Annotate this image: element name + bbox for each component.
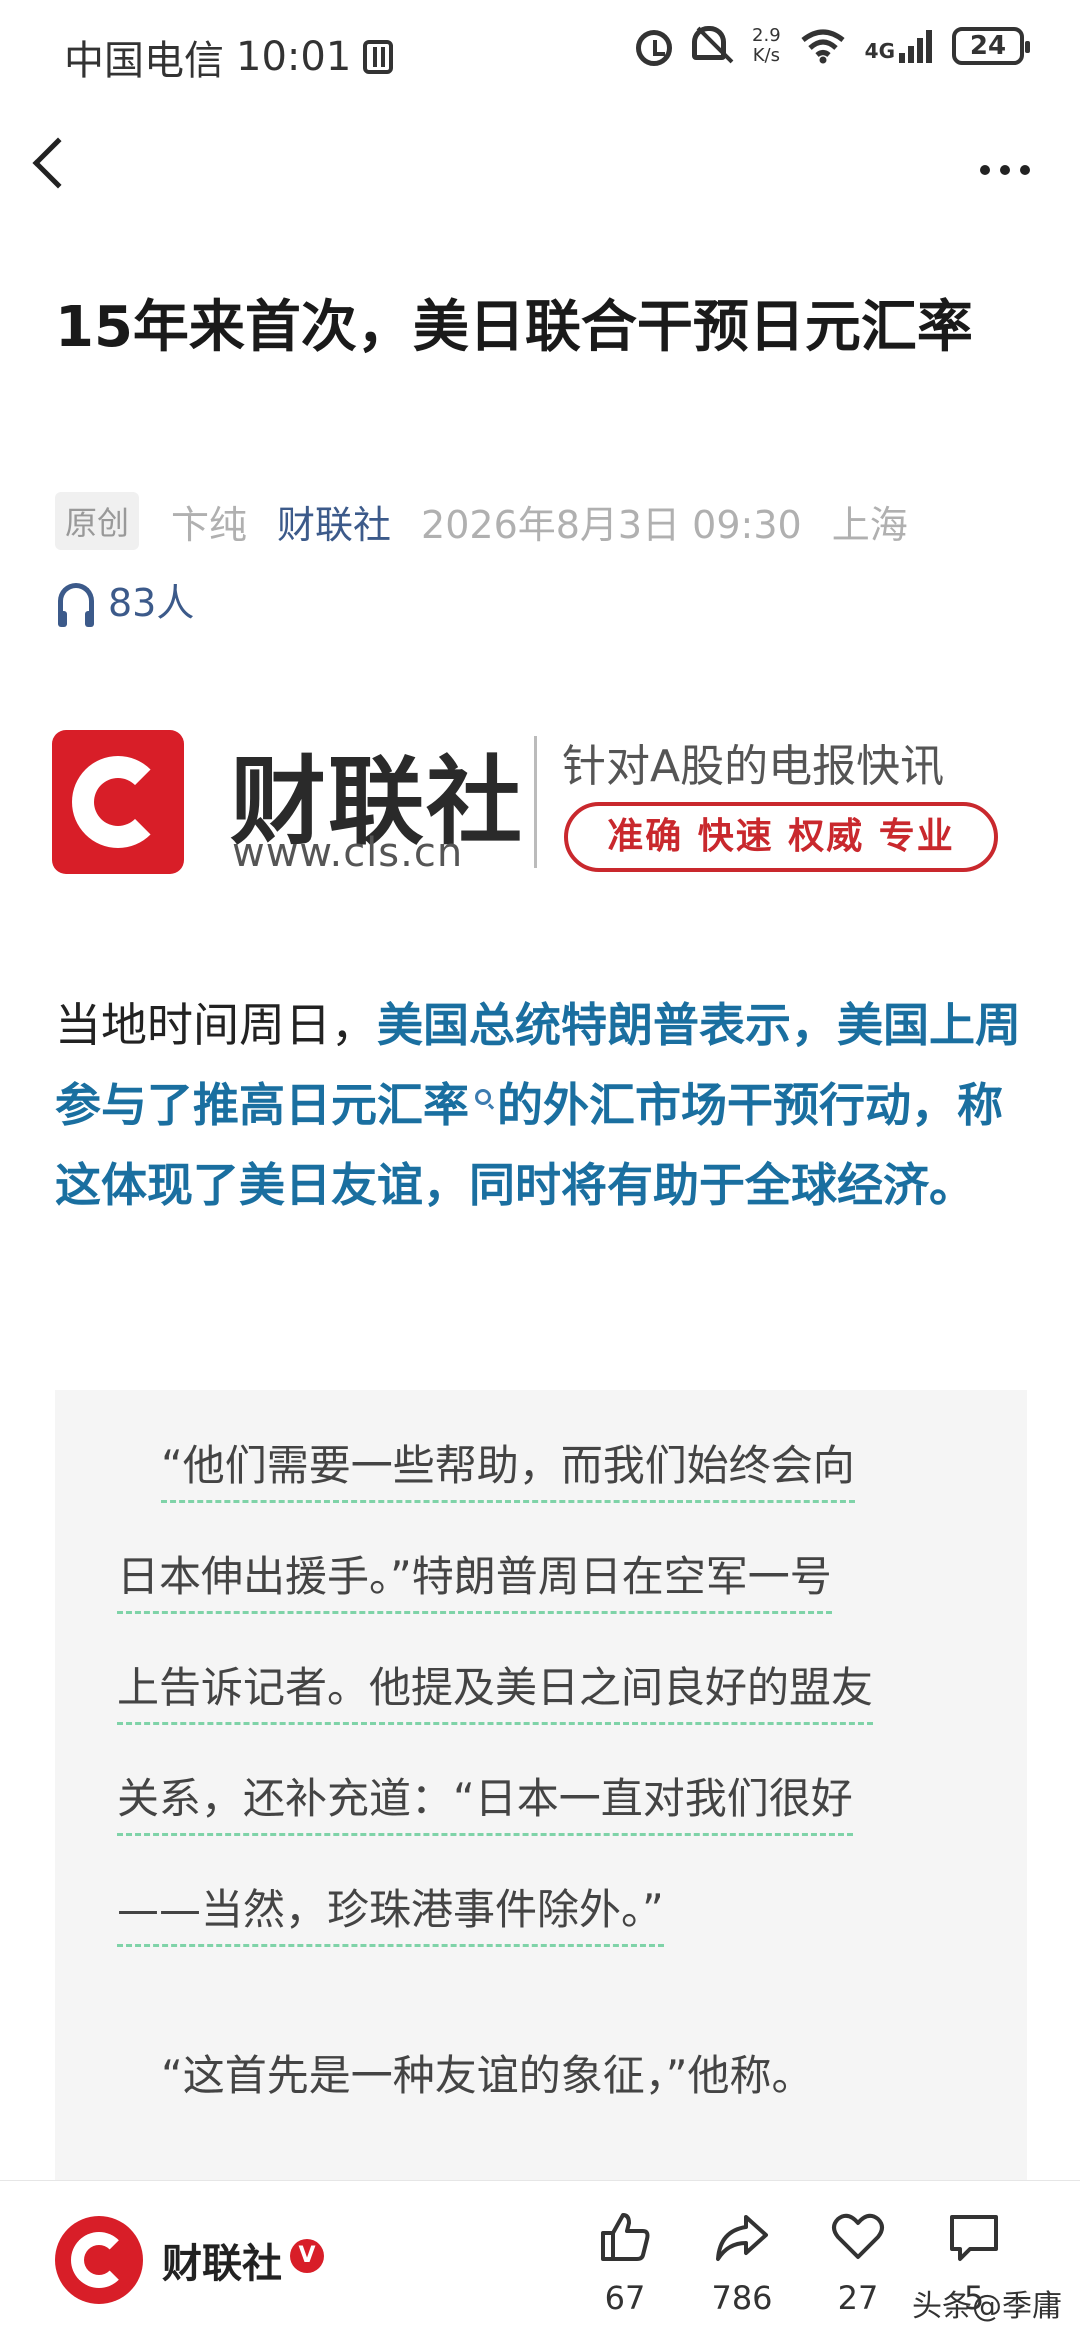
speed-unit: K/s bbox=[752, 45, 780, 66]
article-meta: 原创 卞纯 财联社 2026年8月3日 09:30 上海 bbox=[55, 492, 908, 550]
carrier: 中国电信 bbox=[64, 38, 224, 84]
quote-line: 日本伸出援手。”特朗普周日在空军一号 bbox=[117, 1549, 987, 1660]
status-left: 中国电信 10:01 bbox=[64, 28, 394, 86]
heart-icon bbox=[832, 2213, 884, 2259]
quote-line: 上告诉记者。他提及美日之间良好的盟友 bbox=[117, 1660, 987, 1771]
lead-paragraph: 当地时间周日，美国总统特朗普表示，美国上周参与了推高日元汇率 的外汇市场干预行动，… bbox=[55, 985, 1030, 1225]
headphone-icon bbox=[58, 582, 94, 627]
back-icon[interactable] bbox=[32, 137, 84, 189]
share-icon bbox=[716, 2215, 768, 2261]
battery-icon: 24 bbox=[952, 27, 1030, 65]
original-badge: 原创 bbox=[55, 492, 140, 550]
quote-block: “他们需要一些帮助，而我们始终会向 日本伸出援手。”特朗普周日在空军一号 上告诉… bbox=[55, 1390, 1027, 2180]
mute-icon-wrap bbox=[692, 26, 732, 66]
lead-prefix: 当地时间周日， bbox=[55, 998, 377, 1052]
publisher-name[interactable]: 财联社 bbox=[162, 2231, 282, 2289]
share-count: 786 bbox=[711, 2279, 773, 2317]
publish-location: 上海 bbox=[831, 502, 908, 547]
article-title: 15年来首次，美日联合干预日元汇率 bbox=[55, 295, 973, 360]
banner-url: www.cls.cn bbox=[232, 830, 464, 876]
speed-value: 2.9 bbox=[752, 25, 781, 46]
publisher-avatar[interactable] bbox=[55, 2216, 143, 2304]
bottom-action-bar: 财联社 V 67 786 27 5 头条@季庸 bbox=[0, 2180, 1080, 2340]
watermark: 头条@季庸 bbox=[912, 2289, 1062, 2324]
banner-tags: 准确 快速 权威 专业 bbox=[564, 802, 998, 872]
nfc-icon bbox=[363, 40, 394, 74]
comment-icon bbox=[950, 2215, 998, 2261]
listen-button[interactable]: 83人 bbox=[58, 572, 194, 627]
banner-divider bbox=[534, 736, 537, 868]
network-type: 4G bbox=[864, 39, 895, 63]
quote-line: 关系，还补充道：“日本一直对我们很好 bbox=[117, 1771, 987, 1882]
status-bar: 中国电信 10:01 2.9 K/s 4G 24 bbox=[0, 0, 1080, 110]
author-name[interactable]: 卞纯 bbox=[171, 494, 247, 549]
quote-lines: “他们需要一些帮助，而我们始终会向 日本伸出援手。”特朗普周日在空军一号 上告诉… bbox=[117, 1438, 987, 1993]
network-speed: 2.9 K/s bbox=[752, 26, 781, 66]
source-link[interactable]: 财联社 bbox=[277, 494, 391, 549]
listener-count: 83人 bbox=[108, 581, 195, 625]
share-button[interactable]: 786 bbox=[692, 2209, 792, 2317]
wifi-icon bbox=[801, 29, 845, 64]
brand-banner: 财联社 www.cls.cn 针对A股的电报快讯 准确 快速 权威 专业 bbox=[52, 730, 1012, 876]
status-right: 2.9 K/s 4G 24 bbox=[636, 26, 1030, 66]
quote-line: ——当然，珍珠港事件除外。” bbox=[117, 1882, 987, 1993]
next-paragraph: “这首先是一种友谊的象征，”他称。 bbox=[161, 2051, 814, 2100]
cls-logo-icon bbox=[52, 730, 184, 874]
more-icon[interactable] bbox=[980, 165, 1030, 175]
search-icon[interactable] bbox=[475, 1088, 491, 1105]
favorite-button[interactable]: 27 bbox=[808, 2209, 908, 2317]
publish-date: 2026年8月3日 09:30 bbox=[421, 502, 802, 547]
clock: 10:01 bbox=[236, 34, 352, 80]
like-count: 67 bbox=[604, 2279, 646, 2317]
thumbs-up-icon bbox=[601, 2213, 650, 2261]
verified-icon: V bbox=[290, 2239, 324, 2273]
cell-signal: 4G bbox=[865, 29, 932, 63]
signal-icon bbox=[899, 29, 932, 63]
quote-line: “他们需要一些帮助，而我们始终会向 bbox=[117, 1438, 987, 1549]
alarm-icon bbox=[636, 30, 673, 66]
mute-icon bbox=[692, 26, 727, 60]
favorite-count: 27 bbox=[837, 2279, 879, 2317]
like-button[interactable]: 67 bbox=[575, 2209, 675, 2317]
banner-slogan: 针对A股的电报快讯 bbox=[562, 741, 945, 792]
